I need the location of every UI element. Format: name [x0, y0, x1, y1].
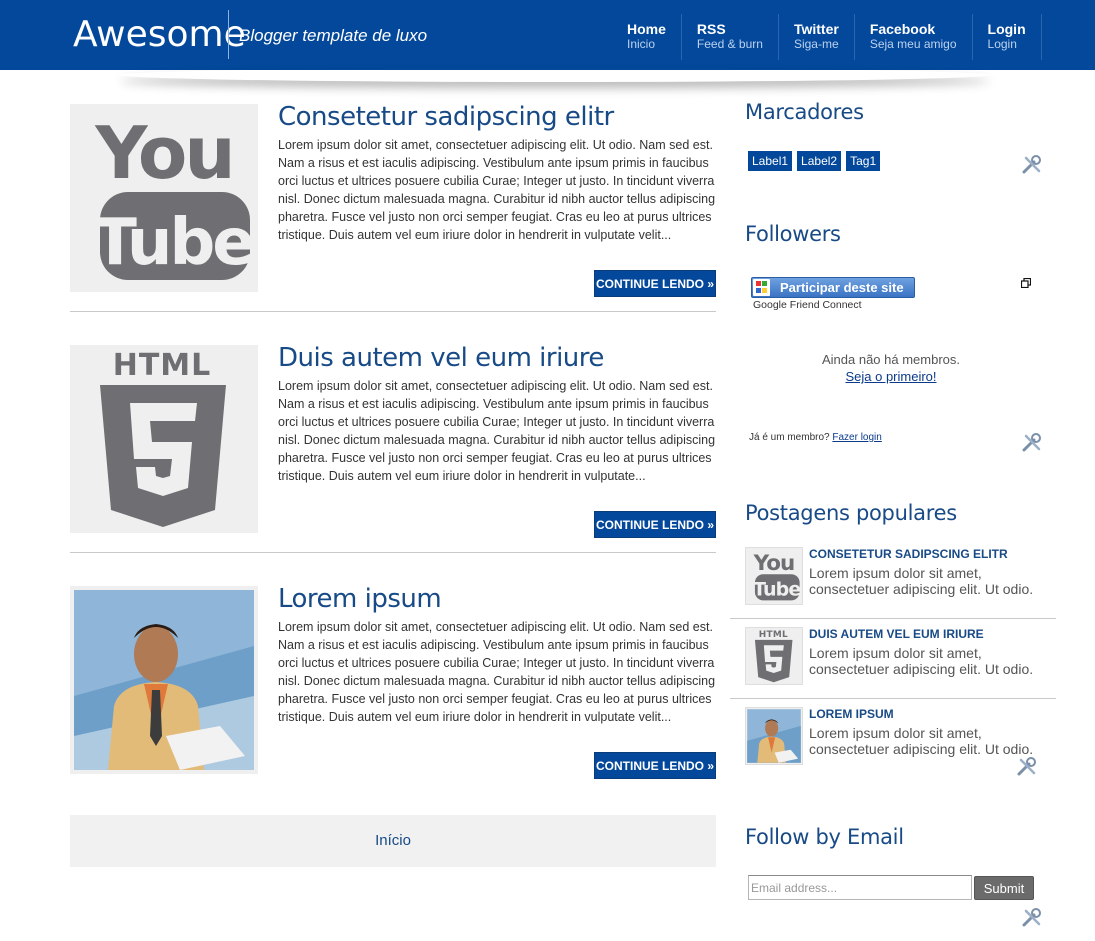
popular-post-thumbnail[interactable]: HTML — [745, 627, 803, 685]
nav-item-twitter[interactable]: Twitter Siga-me — [779, 14, 855, 60]
person-photo — [747, 709, 801, 763]
post-thumbnail[interactable]: You Tube — [70, 104, 258, 292]
join-site-label: Participar deste site — [780, 280, 904, 295]
no-members-text: Ainda não há membros. — [821, 352, 961, 367]
person-photo — [74, 590, 254, 770]
site-tagline: Blogger template de luxo — [239, 26, 428, 45]
html5-logo-icon: HTML — [100, 348, 226, 527]
home-link[interactable]: Início — [375, 832, 411, 849]
widget-title-labels: Marcadores — [745, 100, 864, 124]
login-link[interactable]: Fazer login — [832, 432, 881, 443]
popular-post-title[interactable]: LOREM IPSUM — [809, 707, 894, 721]
nav-title: RSS — [696, 21, 726, 37]
svg-text:You: You — [94, 111, 232, 195]
google-friend-connect-icon — [753, 279, 770, 296]
join-site-button[interactable]: Participar deste site — [751, 277, 915, 298]
nav-item-rss[interactable]: RSS Feed & burn — [682, 14, 779, 60]
nav-title: Login — [987, 21, 1026, 37]
nav-title: Facebook — [869, 21, 936, 37]
continue-reading-button[interactable]: CONTINUE LENDO » — [594, 270, 716, 297]
svg-text:HTML: HTML — [759, 630, 788, 640]
html5-logo-icon: HTML — [754, 630, 793, 683]
post-title[interactable]: Duis autem vel eum iriure — [278, 343, 604, 373]
svg-text:You: You — [753, 551, 795, 576]
popular-post-thumbnail[interactable] — [745, 707, 803, 765]
nav-item-facebook[interactable]: Facebook Seja meu amigo — [855, 14, 973, 60]
svg-text:HTML: HTML — [113, 348, 212, 383]
post-title[interactable]: Consetetur sadipscing elitr — [278, 102, 614, 132]
already-member-text: Já é um membro? — [749, 432, 830, 443]
header-shadow — [120, 68, 990, 82]
pagination-bar: Início — [70, 815, 716, 867]
nav-subtitle: Inicio — [627, 37, 656, 51]
nav-subtitle: Feed & burn — [696, 37, 763, 51]
youtube-logo-icon: You Tube — [93, 111, 256, 280]
be-first-link[interactable]: Seja o primeiro! — [845, 369, 936, 384]
popout-icon[interactable] — [1021, 278, 1031, 288]
svg-text:Tube: Tube — [753, 579, 800, 601]
widget-title-popular: Postagens populares — [745, 501, 957, 525]
brand-divider — [228, 10, 229, 59]
youtube-logo-icon: You Tube — [753, 551, 802, 601]
no-members-message: Ainda não há membros. Seja o primeiro! — [745, 351, 1037, 385]
post-excerpt: Lorem ipsum dolor sit amet, consectetuer… — [278, 379, 716, 483]
submit-button[interactable]: Submit — [974, 876, 1034, 900]
nav-title: Home — [627, 21, 666, 37]
edit-widget-icon[interactable] — [1016, 756, 1038, 778]
nav-subtitle: Siga-me — [793, 37, 839, 51]
widget-title-follow-email: Follow by Email — [745, 825, 904, 849]
label-tag[interactable]: Tag1 — [846, 151, 881, 171]
svg-text:Tube: Tube — [93, 206, 253, 280]
edit-widget-icon[interactable] — [1021, 907, 1043, 929]
nav-subtitle: Login — [987, 37, 1017, 51]
post-divider — [70, 311, 716, 312]
nav-title: Twitter — [793, 21, 839, 37]
site-title[interactable]: Awesome — [73, 12, 246, 58]
post-excerpt: Lorem ipsum dolor sit amet, consectetuer… — [278, 138, 716, 242]
already-member-line: Já é um membro? Fazer login — [749, 432, 882, 443]
gfc-caption: Google Friend Connect — [753, 299, 862, 311]
post-title[interactable]: Lorem ipsum — [278, 584, 442, 614]
continue-reading-button[interactable]: CONTINUE LENDO » — [594, 511, 716, 538]
post-divider — [70, 552, 716, 553]
edit-widget-icon[interactable] — [1021, 154, 1043, 176]
post-excerpt: Lorem ipsum dolor sit amet, consectetuer… — [278, 620, 716, 724]
popular-post-title[interactable]: DUIS AUTEM VEL EUM IRIURE — [809, 627, 984, 641]
post-thumbnail[interactable] — [70, 586, 258, 774]
nav-item-login[interactable]: Login Login — [973, 14, 1042, 60]
label-tag[interactable]: Label2 — [797, 151, 842, 171]
label-tag[interactable]: Label1 — [748, 151, 793, 171]
continue-reading-button[interactable]: CONTINUE LENDO » — [594, 752, 716, 779]
labels-list: Label1 Label2 Tag1 — [748, 151, 881, 171]
site-header: Awesome Blogger template de luxo Home In… — [0, 0, 1095, 70]
popular-post-snippet: Lorem ipsum dolor sit amet, consectetuer… — [809, 725, 1034, 757]
email-input[interactable] — [748, 875, 972, 900]
popular-post-snippet: Lorem ipsum dolor sit amet, consectetuer… — [809, 565, 1034, 597]
post-thumbnail[interactable]: HTML — [70, 345, 258, 533]
main-nav: Home Inicio RSS Feed & burn Twitter Siga… — [612, 14, 1042, 60]
popular-post-title[interactable]: CONSETETUR SADIPSCING ELITR — [809, 547, 1008, 561]
popular-post-snippet: Lorem ipsum dolor sit amet, consectetuer… — [809, 645, 1034, 677]
popular-divider — [730, 618, 1056, 619]
nav-subtitle: Seja meu amigo — [869, 37, 957, 51]
edit-widget-icon[interactable] — [1021, 432, 1043, 454]
popular-post-thumbnail[interactable]: You Tube — [745, 547, 803, 605]
nav-item-home[interactable]: Home Inicio — [612, 14, 682, 60]
popular-divider — [730, 698, 1056, 699]
widget-title-followers: Followers — [745, 222, 841, 246]
